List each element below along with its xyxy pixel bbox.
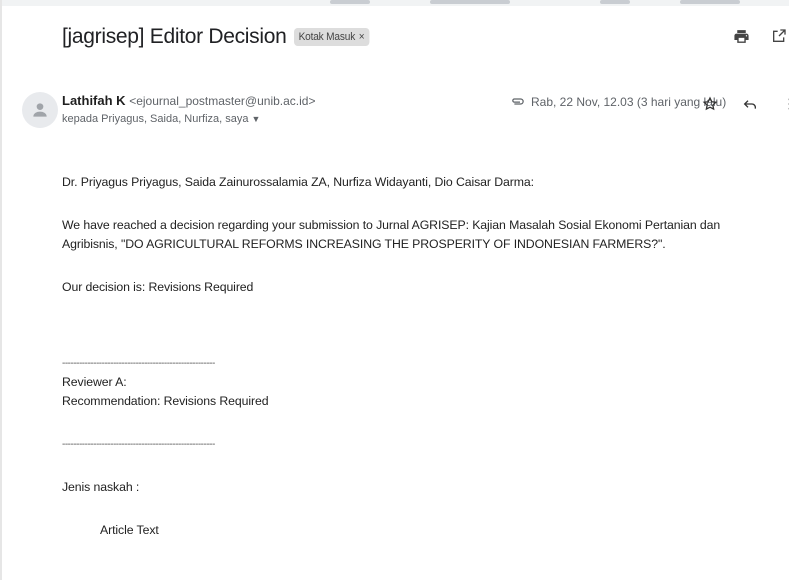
decision-paragraph: We have reached a decision regarding you…: [62, 218, 721, 251]
strip-shape: [430, 0, 510, 4]
recipients-text: kepada Priyagus, Saida, Nurfiza, saya: [62, 113, 249, 125]
strip-shape: [600, 0, 630, 4]
separator-line: ----------------------------------------…: [62, 439, 215, 450]
message-date: Rab, 22 Nov, 12.03 (3 hari yang lalu): [531, 94, 727, 109]
separator-line: ----------------------------------------…: [62, 358, 215, 369]
message-actions: [700, 94, 789, 114]
strip-shape: [680, 0, 740, 4]
inbox-label-chip[interactable]: Kotak Masuk ×: [294, 28, 370, 46]
remove-label-icon[interactable]: ×: [359, 31, 365, 43]
subject-text: [jagrisep] Editor Decision: [62, 25, 287, 48]
top-strip: [0, 0, 789, 6]
sender-email: <ejournal_postmaster@unib.ac.id>: [129, 94, 316, 108]
reply-icon[interactable]: [740, 94, 760, 114]
left-edge: [0, 0, 2, 580]
sender-name[interactable]: Lathifah K: [62, 93, 126, 108]
person-avatar-icon: [22, 92, 58, 128]
greeting-text: Dr. Priyagus Priyagus, Saida Zainurossal…: [62, 175, 534, 189]
decision-text: Our decision is: Revisions Required: [62, 280, 254, 294]
strip-shape: [330, 0, 370, 4]
message-meta: Rab, 22 Nov, 12.03 (3 hari yang lalu): [510, 94, 726, 109]
reviewer-heading: Reviewer A:: [62, 375, 127, 389]
recommendation-text: Recommendation: Revisions Required: [62, 394, 269, 408]
thread-actions: [731, 26, 789, 46]
attachment-icon: [510, 94, 525, 109]
star-icon[interactable]: [700, 94, 720, 114]
email-subject: [jagrisep] Editor Decision Kotak Masuk ×: [62, 25, 376, 49]
message-body: Dr. Priyagus Priyagus, Saida Zainurossal…: [62, 173, 762, 540]
sender-line: Lathifah K <ejournal_postmaster@unib.ac.…: [62, 93, 315, 108]
label-text: Kotak Masuk: [299, 31, 356, 43]
article-text-label: Article Text: [100, 523, 159, 537]
jenis-naskah-text: Jenis naskah :: [62, 480, 140, 494]
more-vertical-icon[interactable]: [780, 94, 789, 114]
open-in-new-window-icon[interactable]: [769, 26, 789, 46]
print-icon[interactable]: [731, 26, 751, 46]
chevron-down-icon[interactable]: ▼: [252, 114, 261, 124]
recipients-line[interactable]: kepada Priyagus, Saida, Nurfiza, saya ▼: [62, 113, 260, 125]
